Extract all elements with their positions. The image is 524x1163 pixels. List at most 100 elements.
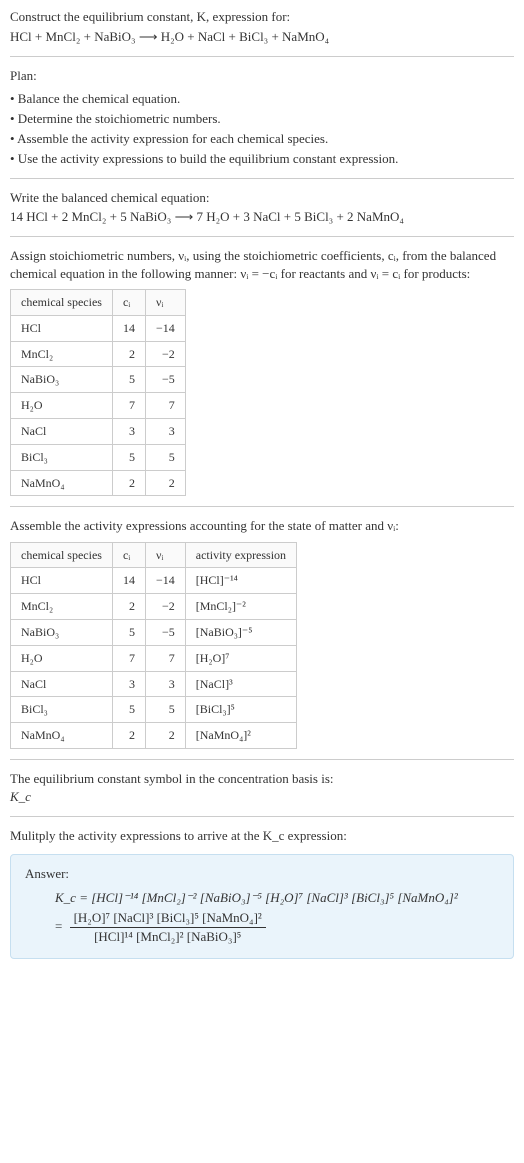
- cell-expr: [HCl]⁻¹⁴: [185, 568, 296, 594]
- cell-species: NaMnO₄: [11, 470, 113, 496]
- cell-species: BiCl₃: [11, 444, 113, 470]
- col-expr: activity expression: [185, 542, 296, 568]
- cell-ci: 14: [112, 568, 145, 594]
- activity-section: Assemble the activity expressions accoun…: [10, 517, 514, 749]
- cell-species: MnCl₂: [11, 341, 113, 367]
- activity-intro: Assemble the activity expressions accoun…: [10, 517, 514, 535]
- cell-expr: [NaMnO₄]²: [185, 723, 296, 749]
- answer-box: Answer: K_c = [HCl]⁻¹⁴ [MnCl₂]⁻² [NaBiO₃…: [10, 854, 514, 960]
- cell-ci: 2: [112, 470, 145, 496]
- plan-item: • Assemble the activity expression for e…: [10, 130, 514, 148]
- cell-species: HCl: [11, 315, 113, 341]
- cell-vi: −2: [145, 341, 185, 367]
- table-row: NaBiO₃5−5: [11, 367, 186, 393]
- table-row: NaCl33[NaCl]³: [11, 671, 297, 697]
- cell-vi: 7: [145, 645, 185, 671]
- plan-title: Plan:: [10, 67, 514, 85]
- cell-ci: 5: [112, 697, 145, 723]
- cell-vi: 5: [145, 697, 185, 723]
- cell-vi: 3: [145, 419, 185, 445]
- fraction-denominator: [HCl]¹⁴ [MnCl₂]² [NaBiO₃]⁵: [70, 928, 266, 946]
- table-row: BiCl₃55[BiCl₃]⁵: [11, 697, 297, 723]
- table-row: NaBiO₃5−5[NaBiO₃]⁻⁵: [11, 620, 297, 646]
- cell-vi: −5: [145, 367, 185, 393]
- table-row: MnCl₂2−2[MnCl₂]⁻²: [11, 594, 297, 620]
- cell-species: H₂O: [11, 393, 113, 419]
- balanced-equation: 14 HCl + 2 MnCl₂ + 5 NaBiO₃ ⟶ 7 H₂O + 3 …: [10, 208, 514, 226]
- cell-vi: 7: [145, 393, 185, 419]
- cell-species: BiCl₃: [11, 697, 113, 723]
- table-row: MnCl₂2−2: [11, 341, 186, 367]
- answer-line1: K_c = [HCl]⁻¹⁴ [MnCl₂]⁻² [NaBiO₃]⁻⁵ [H₂O…: [55, 889, 499, 907]
- col-vi: νᵢ: [145, 290, 185, 316]
- cell-ci: 2: [112, 341, 145, 367]
- header-line-1: Construct the equilibrium constant, K, e…: [10, 8, 514, 26]
- plan-item: • Use the activity expressions to build …: [10, 150, 514, 168]
- cell-vi: −14: [145, 315, 185, 341]
- divider: [10, 178, 514, 179]
- cell-species: NaCl: [11, 671, 113, 697]
- table-row: BiCl₃55: [11, 444, 186, 470]
- cell-species: NaMnO₄: [11, 723, 113, 749]
- fraction: [H₂O]⁷ [NaCl]³ [BiCl₃]⁵ [NaMnO₄]² [HCl]¹…: [70, 909, 266, 946]
- table-row: H₂O77: [11, 393, 186, 419]
- answer-kc-expr: K_c = [HCl]⁻¹⁴ [MnCl₂]⁻² [NaBiO₃]⁻⁵ [H₂O…: [55, 890, 458, 905]
- divider: [10, 816, 514, 817]
- fraction-numerator: [H₂O]⁷ [NaCl]³ [BiCl₃]⁵ [NaMnO₄]²: [70, 909, 266, 928]
- table-header-row: chemical species cᵢ νᵢ: [11, 290, 186, 316]
- kc-symbol-section: The equilibrium constant symbol in the c…: [10, 770, 514, 806]
- multiply-text: Mulitply the activity expressions to arr…: [10, 827, 514, 845]
- col-vi: νᵢ: [145, 542, 185, 568]
- kc-symbol-line2: K_c: [10, 788, 514, 806]
- cell-vi: −5: [145, 620, 185, 646]
- plan-item: • Determine the stoichiometric numbers.: [10, 110, 514, 128]
- plan-section: Plan: • Balance the chemical equation. •…: [10, 67, 514, 168]
- divider: [10, 236, 514, 237]
- stoich-intro: Assign stoichiometric numbers, νᵢ, using…: [10, 247, 514, 283]
- multiply-section: Mulitply the activity expressions to arr…: [10, 827, 514, 845]
- eq-prefix: =: [55, 919, 66, 934]
- cell-species: NaBiO₃: [11, 367, 113, 393]
- answer-fraction-line: = [H₂O]⁷ [NaCl]³ [BiCl₃]⁵ [NaMnO₄]² [HCl…: [55, 909, 499, 946]
- col-ci: cᵢ: [112, 290, 145, 316]
- cell-species: HCl: [11, 568, 113, 594]
- col-ci: cᵢ: [112, 542, 145, 568]
- cell-ci: 2: [112, 594, 145, 620]
- cell-ci: 5: [112, 620, 145, 646]
- cell-species: H₂O: [11, 645, 113, 671]
- divider: [10, 56, 514, 57]
- col-species: chemical species: [11, 290, 113, 316]
- kc-symbol-line1: The equilibrium constant symbol in the c…: [10, 770, 514, 788]
- cell-vi: 2: [145, 723, 185, 749]
- table-row: NaMnO₄22: [11, 470, 186, 496]
- cell-vi: −14: [145, 568, 185, 594]
- cell-vi: 2: [145, 470, 185, 496]
- activity-table: chemical species cᵢ νᵢ activity expressi…: [10, 542, 297, 749]
- cell-vi: 3: [145, 671, 185, 697]
- cell-species: NaCl: [11, 419, 113, 445]
- stoich-section: Assign stoichiometric numbers, νᵢ, using…: [10, 247, 514, 497]
- cell-expr: [NaBiO₃]⁻⁵: [185, 620, 296, 646]
- cell-expr: [MnCl₂]⁻²: [185, 594, 296, 620]
- col-species: chemical species: [11, 542, 113, 568]
- table-row: H₂O77[H₂O]⁷: [11, 645, 297, 671]
- cell-expr: [H₂O]⁷: [185, 645, 296, 671]
- cell-vi: 5: [145, 444, 185, 470]
- cell-ci: 2: [112, 723, 145, 749]
- cell-ci: 7: [112, 645, 145, 671]
- answer-label: Answer:: [25, 865, 499, 883]
- cell-expr: [NaCl]³: [185, 671, 296, 697]
- table-row: NaCl33: [11, 419, 186, 445]
- cell-ci: 3: [112, 671, 145, 697]
- cell-ci: 5: [112, 444, 145, 470]
- cell-expr: [BiCl₃]⁵: [185, 697, 296, 723]
- plan-list: • Balance the chemical equation. • Deter…: [10, 90, 514, 169]
- table-row: HCl14−14: [11, 315, 186, 341]
- table-row: NaMnO₄22[NaMnO₄]²: [11, 723, 297, 749]
- divider: [10, 506, 514, 507]
- cell-ci: 7: [112, 393, 145, 419]
- stoich-table: chemical species cᵢ νᵢ HCl14−14 MnCl₂2−2…: [10, 289, 186, 496]
- plan-item: • Balance the chemical equation.: [10, 90, 514, 108]
- header-equation: HCl + MnCl₂ + NaBiO₃ ⟶ H₂O + NaCl + BiCl…: [10, 28, 514, 46]
- cell-ci: 3: [112, 419, 145, 445]
